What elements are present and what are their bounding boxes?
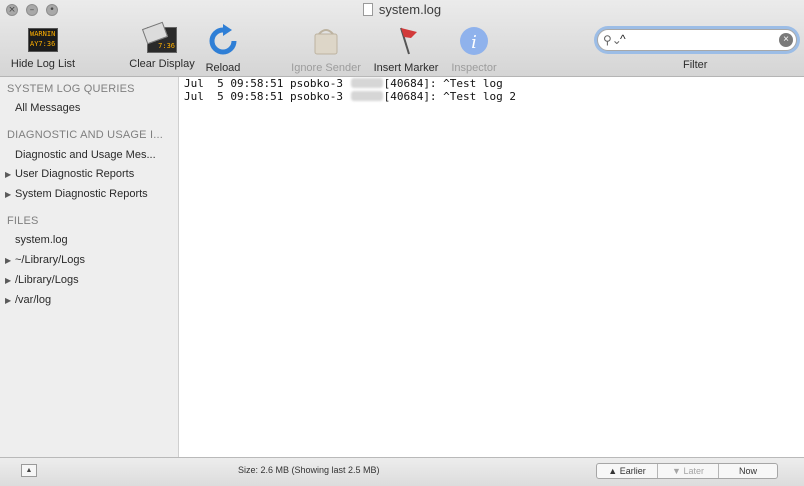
title-toolbar: × – • system.log WARNIN AY7:36 Hide Log …	[0, 0, 804, 77]
ignore-sender-button[interactable]: Ignore Sender	[288, 24, 364, 74]
insert-marker-label: Insert Marker	[373, 62, 439, 74]
arrow-up-icon: ▲	[608, 466, 620, 476]
info-icon: i	[457, 24, 491, 58]
now-button[interactable]: Now	[719, 464, 777, 478]
time-navigation-control: ▲ Earlier ▼ Later Now	[596, 463, 778, 479]
inspector-button[interactable]: i Inspector	[448, 24, 500, 74]
log-size-text: Size: 2.6 MB (Showing last 2.5 MB)	[238, 465, 380, 475]
earlier-label: Earlier	[619, 466, 646, 476]
insert-marker-button[interactable]: Insert Marker	[369, 24, 443, 74]
sidebar-item-diagnostic-usage[interactable]: Diagnostic and Usage Mes...	[15, 149, 156, 161]
earlier-button[interactable]: ▲ Earlier	[597, 464, 657, 478]
sidebar-item-all-messages[interactable]: All Messages	[15, 102, 80, 114]
triangle-up-icon: ▲	[25, 467, 33, 474]
inspector-label: Inspector	[451, 62, 497, 74]
log-line[interactable]: Jul 5 09:58:51 psobko-3 [40684]: ^Test l…	[184, 77, 503, 90]
log-content-area[interactable]: Jul 5 09:58:51 psobko-3 [40684]: ^Test l…	[179, 77, 804, 457]
sidebar-item-var-log[interactable]: /var/log	[15, 294, 51, 306]
window-title-text: system.log	[378, 2, 442, 17]
log-line-message: [40684]: ^Test log 2	[383, 90, 517, 103]
disclosure-triangle-icon[interactable]: ▶	[5, 256, 11, 265]
window-title: system.log	[0, 2, 804, 17]
reload-icon	[206, 24, 240, 58]
filter-search-field[interactable]: ⚲⌄ ^ ×	[597, 29, 797, 51]
filter-label: Filter	[683, 59, 708, 71]
disclosure-triangle-icon[interactable]: ▶	[5, 276, 11, 285]
disclosure-triangle-icon[interactable]: ▶	[5, 296, 11, 305]
sidebar-item-system-log[interactable]: system.log	[15, 234, 68, 246]
sidebar-item-user-library-logs[interactable]: ~/Library/Logs	[15, 254, 85, 266]
section-header-files: FILES	[7, 215, 39, 227]
clear-display-label: Clear Display	[129, 58, 195, 70]
sidebar-item-library-logs[interactable]: /Library/Logs	[15, 274, 79, 286]
ignore-sender-icon	[309, 24, 343, 58]
hide-log-list-button[interactable]: WARNIN AY7:36 Hide Log List	[8, 24, 78, 70]
disclosure-triangle-icon[interactable]: ▶	[5, 190, 11, 199]
ignore-sender-label: Ignore Sender	[291, 62, 361, 74]
arrow-down-icon: ▼	[672, 466, 684, 476]
filter-input-value[interactable]: ^	[620, 32, 626, 46]
log-line-prefix: Jul 5 09:58:51 psobko-3	[184, 77, 350, 90]
clear-display-button[interactable]: 7:36 Clear Display	[127, 24, 197, 70]
clear-display-icon-text: 7:36	[158, 42, 175, 50]
warning-display-icon: WARNIN AY7:36	[28, 28, 58, 52]
log-line-prefix: Jul 5 09:58:51 psobko-3	[184, 90, 350, 103]
reload-button[interactable]: Reload	[203, 24, 243, 74]
sidebar-item-system-diagnostic-reports[interactable]: System Diagnostic Reports	[15, 188, 148, 200]
later-button[interactable]: ▼ Later	[658, 464, 718, 478]
console-window: × – • system.log WARNIN AY7:36 Hide Log …	[0, 0, 804, 486]
hide-log-list-label: Hide Log List	[10, 58, 76, 70]
later-label: Later	[683, 466, 704, 476]
reload-label: Reload	[205, 62, 241, 74]
sidebar-item-user-diagnostic-reports[interactable]: User Diagnostic Reports	[15, 168, 134, 180]
log-line[interactable]: Jul 5 09:58:51 psobko-3 [40684]: ^Test l…	[184, 90, 516, 103]
log-list-sidebar: SYSTEM LOG QUERIES All Messages DIAGNOST…	[0, 77, 179, 457]
clear-search-icon[interactable]: ×	[779, 33, 793, 47]
redacted-text	[350, 91, 383, 101]
section-header-diagnostic: DIAGNOSTIC AND USAGE I...	[7, 129, 163, 141]
flag-icon	[389, 24, 423, 58]
status-bar: ▲ Size: 2.6 MB (Showing last 2.5 MB) ▲ E…	[0, 457, 804, 486]
clear-display-icon: 7:36	[147, 27, 177, 53]
toggle-detail-button[interactable]: ▲	[21, 464, 37, 477]
svg-text:i: i	[471, 32, 477, 53]
document-icon	[362, 3, 373, 16]
redacted-text	[350, 78, 383, 88]
log-line-message: [40684]: ^Test log	[383, 77, 503, 90]
disclosure-triangle-icon[interactable]: ▶	[5, 170, 11, 179]
section-header-system-log-queries: SYSTEM LOG QUERIES	[7, 83, 135, 95]
